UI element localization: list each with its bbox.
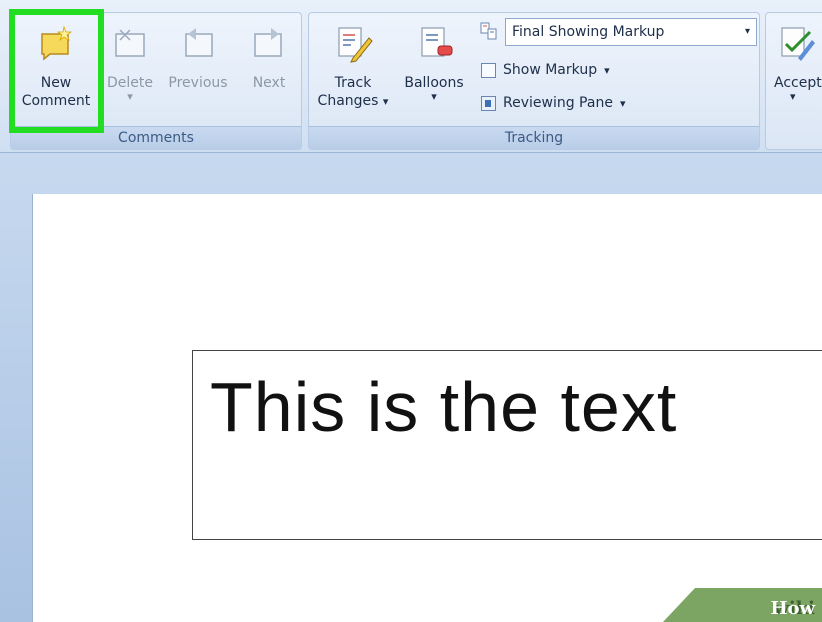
previous-comment-label: Previous <box>168 75 228 91</box>
balloons-button[interactable]: Balloons ▾ <box>397 24 471 102</box>
accept-button[interactable]: Accept ▾ <box>766 24 822 102</box>
next-comment-icon <box>254 28 282 57</box>
document-page[interactable]: This is the text wiki How <box>32 194 822 622</box>
track-changes-label-1: Track <box>334 75 372 91</box>
next-comment-label: Next <box>252 75 286 91</box>
previous-comment-button[interactable]: Previous <box>163 24 233 92</box>
accept-icon <box>781 27 815 61</box>
previous-comment-icon <box>185 28 213 57</box>
reviewing-pane-icon <box>481 95 496 111</box>
document-text: This is the text <box>210 368 678 446</box>
balloons-icon <box>421 27 453 57</box>
wikihow-logo-part2: How <box>770 598 815 619</box>
new-comment-highlight <box>9 9 104 133</box>
delete-comment-button[interactable]: Delete ▾ <box>103 24 157 102</box>
display-for-review-select[interactable]: Final Showing Markup ▾ <box>505 18 757 46</box>
text-box[interactable]: This is the text <box>192 350 822 540</box>
accept-dropdown-arrow: ▾ <box>790 90 796 102</box>
track-changes-label-2: Changes <box>317 93 379 109</box>
reviewing-pane-label: Reviewing Pane <box>503 95 613 111</box>
tracking-group-label: Tracking <box>309 126 759 149</box>
ribbon: Comments New Comment Delete ▾ Previous N… <box>0 0 822 153</box>
show-markup-dropdown-arrow: ▾ <box>604 63 610 77</box>
track-changes-icon <box>338 27 373 63</box>
wikihow-watermark: wiki How <box>663 588 822 622</box>
display-for-review-icon <box>480 22 498 40</box>
delete-dropdown-arrow: ▾ <box>127 90 133 103</box>
display-for-review-value: Final Showing Markup <box>512 24 665 40</box>
track-changes-label-row: Changes ▾ <box>316 92 390 111</box>
track-changes-dropdown-arrow: ▾ <box>382 95 389 108</box>
balloons-dropdown-arrow: ▾ <box>431 90 437 103</box>
document-area: This is the text wiki How <box>0 153 822 622</box>
show-markup-button[interactable]: Show Markup ▾ <box>481 62 610 78</box>
reviewing-pane-dropdown-arrow: ▾ <box>619 96 626 110</box>
select-dropdown-arrow: ▾ <box>744 26 750 37</box>
show-markup-label: Show Markup <box>503 62 598 78</box>
track-changes-button[interactable]: Track Changes ▾ <box>316 24 390 111</box>
accept-label: Accept <box>774 75 822 91</box>
next-comment-button[interactable]: Next <box>242 24 296 92</box>
reviewing-pane-button[interactable]: Reviewing Pane ▾ <box>481 95 625 111</box>
show-markup-icon <box>481 62 496 78</box>
delete-comment-icon <box>115 29 145 57</box>
